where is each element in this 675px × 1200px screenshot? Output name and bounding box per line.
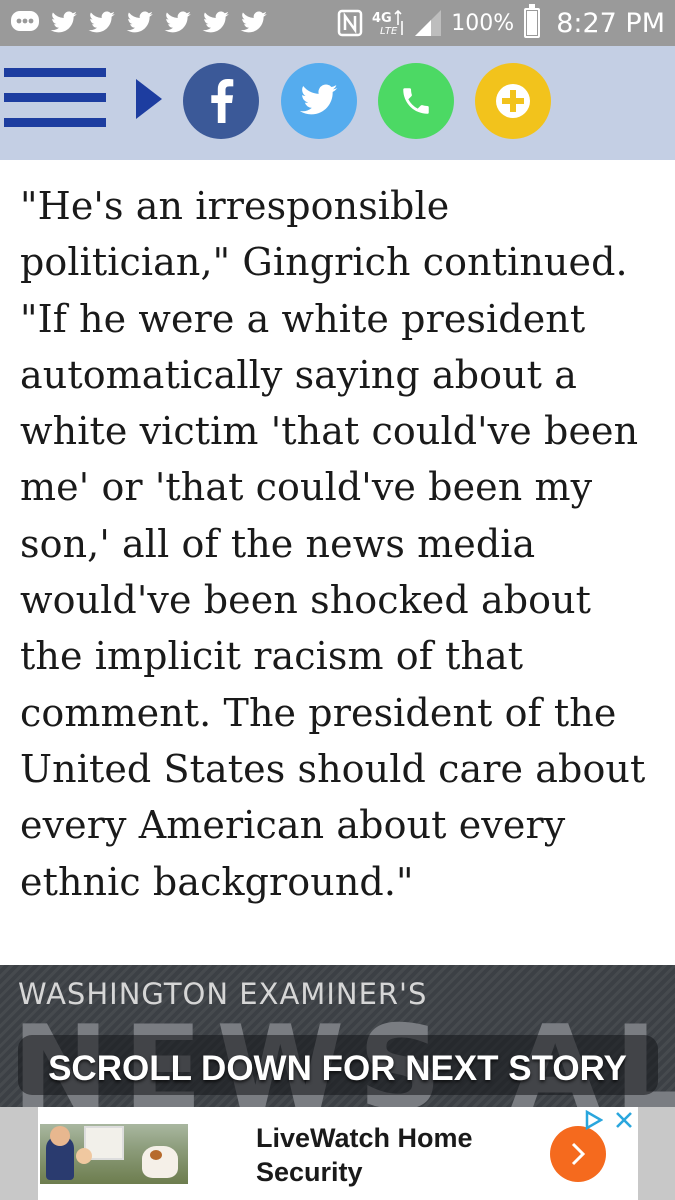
facebook-icon [211, 79, 234, 123]
ad-title: LiveWatch Home Security [256, 1123, 473, 1187]
ad-card[interactable]: LiveWatch Home Security [38, 1107, 638, 1200]
phone-share-button[interactable] [378, 63, 454, 139]
svg-text:LTE: LTE [380, 26, 398, 37]
menu-icon[interactable] [4, 66, 106, 130]
expand-arrow-icon[interactable] [136, 79, 162, 119]
share-toolbar [0, 46, 675, 160]
status-bar: 4G LTE 100% 8:27 PM [0, 0, 675, 46]
nfc-icon [337, 9, 363, 37]
twitter-icon [240, 11, 268, 35]
svg-text:4G: 4G [372, 11, 392, 26]
network-4g-lte-icon: 4G LTE [371, 8, 405, 38]
twitter-icon [202, 11, 230, 35]
twitter-icon [164, 11, 192, 35]
twitter-icon [50, 11, 78, 35]
system-status: 4G LTE 100% 8:27 PM [337, 4, 665, 39]
chat-bubble-icon [10, 10, 40, 36]
facebook-share-button[interactable] [183, 63, 259, 139]
article-paragraph: "He's an irresponsible politician," Ging… [20, 184, 646, 904]
twitter-icon [126, 11, 154, 35]
ad-image [40, 1124, 188, 1184]
clock: 8:27 PM [556, 7, 665, 39]
notification-icons [10, 10, 268, 36]
phone-icon [403, 88, 429, 114]
plus-circle-icon [496, 84, 530, 118]
twitter-icon [88, 11, 116, 35]
close-icon[interactable] [611, 1107, 637, 1133]
adchoices-icon[interactable] [582, 1109, 606, 1131]
ad-banner: LiveWatch Home Security [0, 1107, 675, 1200]
more-share-button[interactable] [475, 63, 551, 139]
news-alert-banner[interactable]: WASHINGTON EXAMINER'S NEWS ALERT SCROLL … [0, 965, 675, 1107]
battery-percent: 100% [451, 10, 515, 36]
twitter-icon [299, 84, 338, 115]
signal-strength-icon [413, 8, 443, 38]
twitter-share-button[interactable] [281, 63, 357, 139]
chevron-right-icon [571, 1142, 586, 1166]
ad-go-button[interactable] [550, 1126, 606, 1182]
battery-icon [524, 4, 541, 38]
scroll-next-story-button[interactable]: SCROLL DOWN FOR NEXT STORY [0, 1049, 675, 1089]
